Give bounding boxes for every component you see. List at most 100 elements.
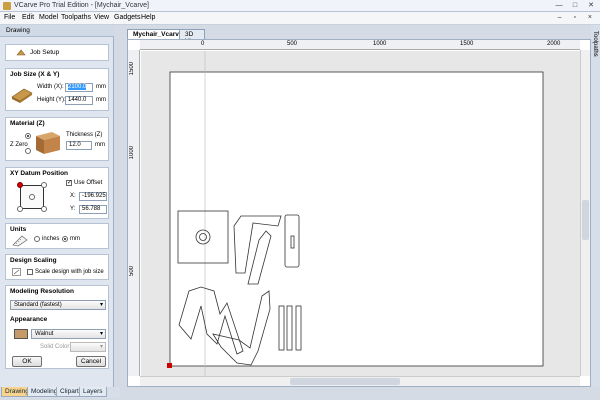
datum-top-right-radio[interactable] [41, 182, 47, 188]
solid-color-label: Solid Color: [40, 344, 72, 350]
title-bar: VCarve Pro Trial Edition - [Mychair_Vcar… [0, 0, 600, 12]
scaling-title: Design Scaling [10, 257, 57, 264]
material-section: Material (Z) Z Zero Thickness (Z) 12.0 m… [5, 117, 109, 161]
drawing-canvas[interactable] [141, 51, 581, 376]
use-offset-checkbox[interactable]: ✓ [66, 180, 72, 186]
width-label: Width (X): [37, 84, 64, 90]
ruler-left-500: 500 [129, 266, 135, 277]
toolpaths-tab-label: Toolpaths [592, 31, 598, 57]
solid-color-dropdown [70, 342, 106, 352]
use-offset-label: Use Offset [74, 180, 103, 186]
ruler-top-0: 0 [201, 41, 205, 47]
scale-design-checkbox[interactable] [27, 269, 33, 275]
zzero-top-radio[interactable] [25, 133, 31, 139]
close-button[interactable]: ✕ [584, 1, 598, 10]
ruler-left-1000: 1000 [129, 146, 135, 160]
datum-section: XY Datum Position ✓ Use Offset X: -196.9… [5, 167, 109, 219]
datum-title: XY Datum Position [10, 170, 69, 177]
ruler-icon [12, 235, 28, 247]
material-block-icon [36, 132, 60, 154]
tab-layers[interactable]: Layers [79, 387, 107, 397]
datum-selector [14, 181, 64, 215]
height-value: 1440.0 [68, 97, 87, 103]
ruler-top-1500: 1500 [460, 41, 474, 47]
ok-button[interactable]: OK [12, 356, 42, 367]
ruler-left-1500: 1500 [129, 62, 135, 76]
maximize-button[interactable]: □ [568, 1, 582, 10]
appearance-title: Appearance [10, 316, 48, 323]
menu-view[interactable]: View [94, 14, 109, 21]
material-sheet [169, 71, 544, 367]
zzero-label: Z Zero [10, 142, 28, 148]
modeling-section: Modeling Resolution Standard (fastest) A… [5, 285, 109, 369]
material-title: Material (Z) [10, 120, 45, 127]
ruler-top-500: 500 [287, 41, 298, 47]
scale-design-label: Scale design with job size [35, 269, 104, 275]
ruler-left: 1500 1000 500 [128, 50, 140, 376]
job-setup-label: Job Setup [30, 49, 60, 56]
ruler-top-1000: 1000 [373, 41, 387, 47]
units-inches-label: inches [42, 236, 60, 242]
datum-x-label: X: [70, 193, 76, 199]
vertical-scrollbar[interactable] [580, 50, 590, 376]
units-mm-radio[interactable] [62, 236, 68, 242]
minimize-button[interactable]: — [552, 1, 566, 10]
zzero-bottom-radio[interactable] [25, 148, 31, 154]
horizontal-scroll-thumb[interactable] [290, 378, 400, 385]
ruler-top: 0 500 1000 1500 2000 [140, 40, 580, 50]
menu-bar: File Edit Model Toolpaths View Gadgets H… [0, 12, 600, 25]
menu-gadgets[interactable]: Gadgets [114, 14, 140, 21]
datum-x-input[interactable]: -196.925 [79, 192, 107, 201]
datum-bottom-right-radio[interactable] [41, 206, 47, 212]
menu-toolpaths[interactable]: Toolpaths [61, 14, 91, 21]
resolution-value: Standard (fastest) [14, 302, 62, 308]
width-input[interactable]: 2100.0 [65, 83, 93, 92]
toolpaths-strip[interactable]: Toolpaths [591, 25, 600, 387]
height-input[interactable]: 1440.0 [65, 96, 93, 105]
cancel-button[interactable]: Cancel [76, 356, 106, 367]
bottom-tabs: Drawing Modeling Clipart Layers [0, 387, 120, 398]
scale-icon [12, 268, 21, 276]
drawing-panel: Drawing Job Setup Job Size (X & Y) Width… [0, 25, 114, 387]
resolution-dropdown[interactable]: Standard (fastest) [10, 300, 106, 310]
thickness-input[interactable]: 12.0 [66, 141, 92, 150]
datum-y-input[interactable]: 56.788 [79, 205, 107, 214]
width-value: 2100.0 [68, 84, 87, 90]
units-inches-radio[interactable] [34, 236, 40, 242]
design-svg [167, 51, 544, 376]
datum-bottom-left-radio[interactable] [17, 206, 23, 212]
datum-y-value: 56.788 [82, 206, 101, 212]
job-setup-icon [16, 49, 26, 56]
origin-marker [167, 363, 172, 368]
job-size-icon [11, 88, 33, 103]
material-dropdown[interactable]: Walnut [31, 329, 106, 339]
mdi-controls[interactable]: – ▫ × [558, 14, 597, 21]
thickness-unit: mm [95, 142, 105, 148]
height-unit: mm [96, 97, 106, 103]
vertical-scroll-thumb[interactable] [582, 200, 589, 240]
datum-y-label: Y: [70, 206, 76, 212]
job-setup-section[interactable]: Job Setup [5, 44, 109, 61]
datum-x-value: -196.925 [82, 193, 106, 199]
window-title: VCarve Pro Trial Edition - [Mychair_Vcar… [14, 2, 149, 9]
units-section: Units inches mm [5, 223, 109, 249]
tab-3d-view[interactable]: 3D View [179, 29, 205, 45]
horizontal-scrollbar[interactable] [140, 376, 580, 386]
panel-header-label: Drawing [6, 27, 30, 34]
units-mm-label: mm [70, 236, 80, 242]
menu-help[interactable]: Help [141, 14, 155, 21]
menu-file[interactable]: File [4, 14, 15, 21]
menu-edit[interactable]: Edit [22, 14, 34, 21]
modeling-title: Modeling Resolution [10, 288, 74, 295]
datum-center-radio[interactable] [29, 194, 35, 200]
panel-header: Drawing [0, 25, 114, 37]
ruler-top-2000: 2000 [547, 41, 561, 47]
thickness-value: 12.0 [69, 142, 81, 148]
width-unit: mm [96, 84, 106, 90]
material-value: Walnut [35, 331, 54, 337]
units-title: Units [10, 226, 27, 233]
height-label: Height (Y): [37, 97, 66, 103]
menu-model[interactable]: Model [39, 14, 58, 21]
datum-top-left-radio[interactable] [17, 182, 23, 188]
drawing-viewport[interactable]: 0 500 1000 1500 2000 1500 1000 500 [127, 39, 591, 387]
